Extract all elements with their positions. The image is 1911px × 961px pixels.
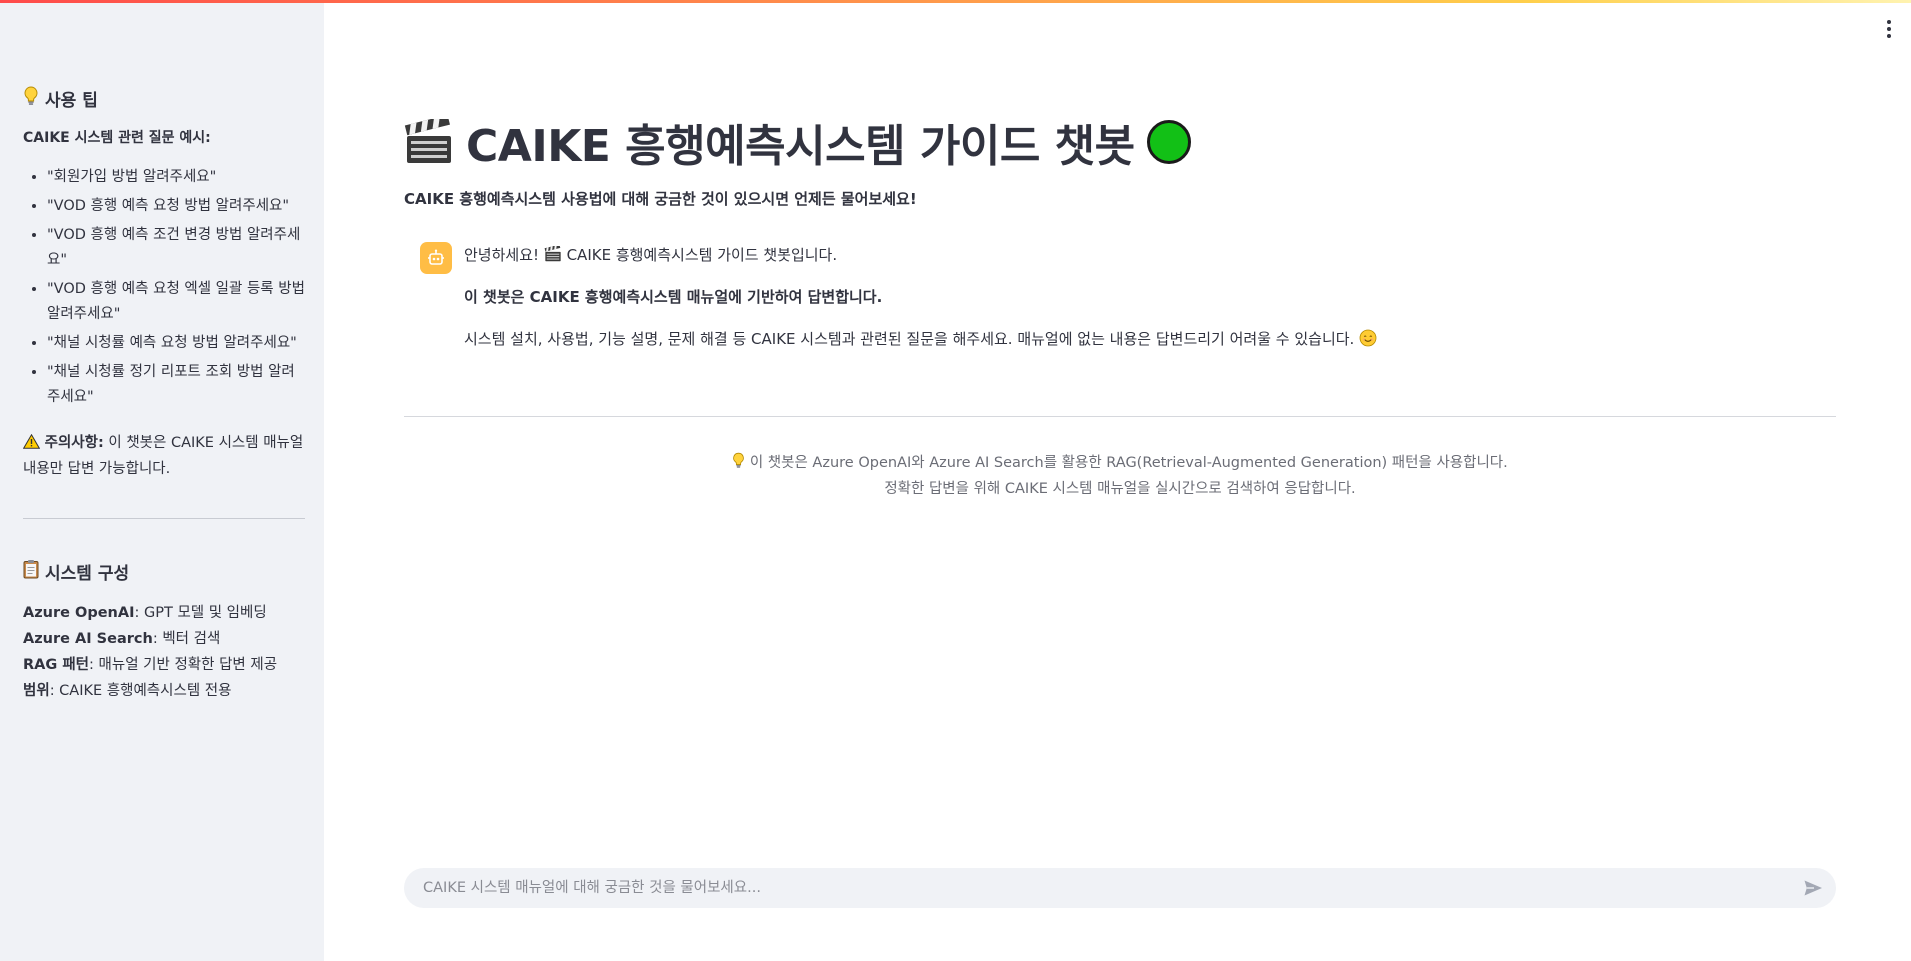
example-question-list: "회원가입 방법 알려주세요" "VOD 흥행 예측 요청 방법 알려주세요" …	[23, 165, 305, 410]
more-vertical-icon[interactable]	[1885, 20, 1893, 38]
page-title: CAIKE 흥행예측시스템 가이드 챗봇	[404, 110, 1191, 174]
warning-label: 주의사항:	[44, 435, 104, 451]
lightbulb-icon	[23, 86, 39, 111]
clapperboard-icon	[404, 114, 454, 165]
footer-line-1: 이 챗봇은 Azure OpenAI와 Azure AI Search를 활용한…	[404, 450, 1836, 476]
top-accent-bar	[0, 0, 1911, 3]
config-value: : CAIKE 흥행예측시스템 전용	[49, 683, 232, 699]
example-question: "채널 시청률 정기 리포트 조회 방법 알려주세요"	[47, 360, 305, 410]
lightbulb-icon	[732, 452, 745, 471]
message-bold-line: 이 챗봇은 CAIKE 흥행예측시스템 매뉴얼에 기반하여 답변합니다.	[464, 288, 883, 306]
example-question: "VOD 흥행 예측 요청 엑셀 일괄 등록 방법 알려주세요"	[47, 277, 305, 327]
tips-heading: 사용 팁	[23, 86, 305, 111]
warning-icon	[22, 433, 45, 451]
tips-heading-text: 사용 팁	[45, 91, 98, 111]
config-heading: 시스템 구성	[23, 559, 305, 584]
smile-icon	[1359, 329, 1377, 348]
config-item: Azure OpenAI: GPT 모델 및 임베딩	[23, 600, 305, 626]
footer-line-2: 정확한 답변을 위해 CAIKE 시스템 매뉴얼을 실시간으로 검색하여 응답합…	[884, 481, 1356, 497]
greeting-line: 안녕하세요! CAIKE 흥행예측시스템 가이드 챗봇입니다.	[464, 244, 1764, 267]
config-value: : GPT 모델 및 임베딩	[134, 605, 267, 621]
chat-input-container	[404, 868, 1836, 908]
page-title-text: CAIKE 흥행예측시스템 가이드 챗봇	[466, 121, 1135, 172]
sidebar: 사용 팁 CAIKE 시스템 관련 질문 예시: "회원가입 방법 알려주세요"…	[0, 0, 324, 961]
message-info-line: 시스템 설치, 사용법, 기능 설명, 문제 해결 등 CAIKE 시스템과 관…	[464, 328, 1764, 351]
greeting-prefix: 안녕하세요!	[464, 246, 540, 264]
clipboard-icon	[23, 559, 39, 584]
greeting-suffix: CAIKE 흥행예측시스템 가이드 챗봇입니다.	[566, 246, 838, 264]
example-question: "VOD 흥행 예측 요청 방법 알려주세요"	[47, 194, 305, 219]
config-value: : 벡터 검색	[152, 631, 221, 647]
message-info-text: 시스템 설치, 사용법, 기능 설명, 문제 해결 등 CAIKE 시스템과 관…	[464, 330, 1355, 348]
robot-icon	[420, 242, 452, 274]
config-value: : 매뉴얼 기반 정확한 답변 제공	[89, 657, 278, 673]
page-subtitle: CAIKE 흥행예측시스템 사용법에 대해 궁금한 것이 있으시면 언제든 물어…	[404, 190, 917, 208]
message-body: 안녕하세요! CAIKE 흥행예측시스템 가이드 챗봇입니다. 이 챗봇은 CA…	[464, 244, 1764, 370]
config-label: 범위	[23, 683, 50, 699]
main-divider	[404, 416, 1836, 417]
config-label: RAG 패턴	[23, 657, 90, 673]
warning-note: 주의사항: 이 챗봇은 CAIKE 시스템 매뉴얼 내용만 답변 가능합니다.	[22, 430, 305, 482]
config-item: RAG 패턴: 매뉴얼 기반 정확한 답변 제공	[23, 652, 305, 678]
config-item: 범위: CAIKE 흥행예측시스템 전용	[23, 678, 305, 704]
clapperboard-icon	[544, 244, 562, 264]
config-label: Azure AI Search	[23, 631, 153, 647]
chat-input[interactable]	[421, 879, 1782, 897]
config-list: Azure OpenAI: GPT 모델 및 임베딩 Azure AI Sear…	[23, 600, 305, 704]
example-question: "VOD 흥행 예측 조건 변경 방법 알려주세요"	[47, 223, 305, 273]
footer-line-1-text: 이 챗봇은 Azure OpenAI와 Azure AI Search를 활용한…	[749, 455, 1508, 471]
sidebar-divider	[23, 518, 305, 519]
green-circle-icon	[1146, 120, 1191, 164]
config-item: Azure AI Search: 벡터 검색	[23, 626, 305, 652]
example-question: "채널 시청률 예측 요청 방법 알려주세요"	[47, 331, 305, 356]
footer-note: 이 챗봇은 Azure OpenAI와 Azure AI Search를 활용한…	[404, 450, 1836, 502]
config-label: Azure OpenAI	[23, 605, 135, 621]
main-content: CAIKE 흥행예측시스템 가이드 챗봇 CAIKE 흥행예측시스템 사용법에 …	[404, 0, 1836, 961]
tips-subheading: CAIKE 시스템 관련 질문 예시:	[23, 130, 211, 146]
config-heading-text: 시스템 구성	[45, 564, 130, 584]
example-question: "회원가입 방법 알려주세요"	[47, 165, 305, 190]
send-icon[interactable]	[1802, 877, 1824, 899]
